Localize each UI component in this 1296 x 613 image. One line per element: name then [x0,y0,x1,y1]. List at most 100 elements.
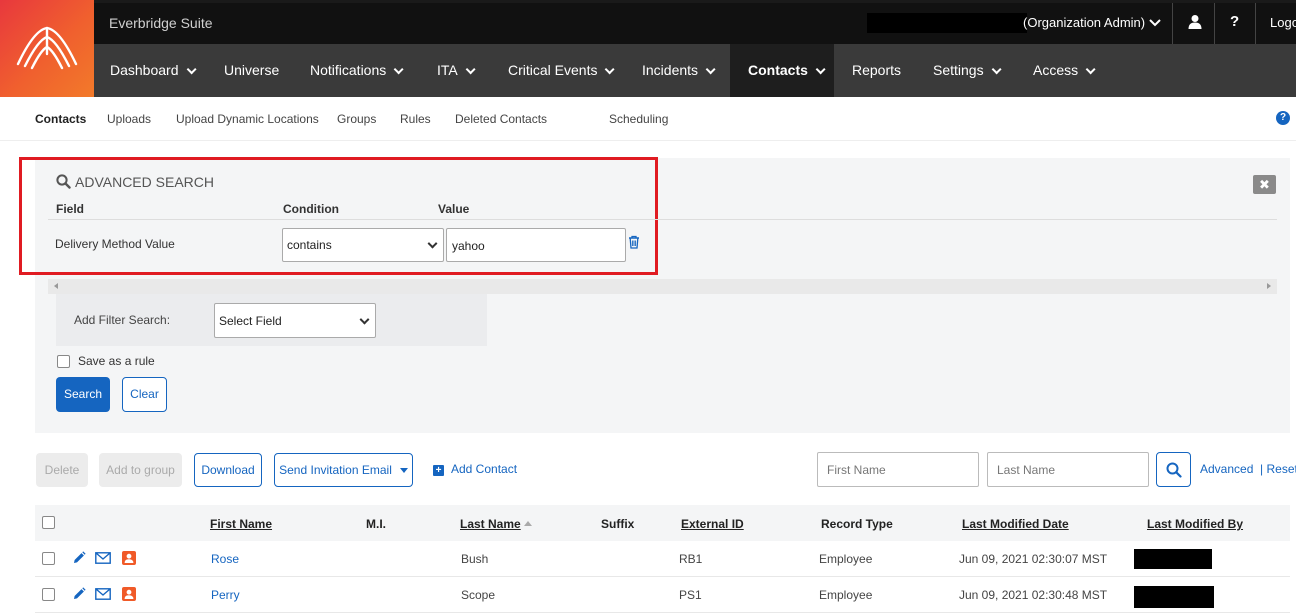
value-input[interactable]: yahoo [446,228,626,262]
edit-icon[interactable] [72,587,86,604]
tab-upload-dynamic-locations[interactable]: Upload Dynamic Locations [176,112,319,126]
add-filter-label: Add Filter Search: [74,313,171,327]
nav-reports[interactable]: Reports [852,44,901,97]
chevron-down-icon [991,64,1002,75]
sub-nav: Contacts Uploads Upload Dynamic Location… [0,97,1296,141]
sort-ascending-icon [523,521,532,526]
top-bar: Everbridge Suite (Organization Admin) ? … [0,0,1296,97]
chevron-down-icon [815,64,826,75]
trash-icon[interactable] [628,235,640,252]
contact-card-icon[interactable] [122,551,136,568]
tab-uploads[interactable]: Uploads [107,112,151,126]
row-checkbox[interactable] [42,552,55,565]
delete-button[interactable]: Delete [36,453,88,487]
clear-button[interactable]: Clear [122,377,167,412]
caret-down-icon [399,468,408,473]
col-suffix: Suffix [601,517,635,531]
add-to-group-button[interactable]: Add to group [99,453,182,487]
row-checkbox[interactable] [42,588,55,601]
tab-rules[interactable]: Rules [400,112,431,126]
redacted-modified-by [1134,549,1212,569]
nav-dashboard[interactable]: Dashboard [110,44,197,97]
condition-column-header: Condition [283,202,339,216]
col-first-name[interactable]: First Name [210,517,272,531]
col-last-modified-date[interactable]: Last Modified Date [962,517,1069,531]
send-invitation-button[interactable]: Send Invitation Email [274,453,413,487]
nav-notifications[interactable]: Notifications [310,44,404,97]
scroll-left-icon[interactable] [54,283,58,289]
header-divider [48,219,1277,220]
email-icon[interactable] [95,552,111,567]
role-label: (Organization Admin) [1023,15,1146,30]
chevron-down-icon [705,64,716,75]
select-all-checkbox[interactable] [42,516,55,529]
advanced-link[interactable]: Advanced [1200,462,1253,476]
main-nav: Dashboard Universe Notifications ITA Cri… [94,44,1296,97]
search-button[interactable]: Search [56,377,110,412]
download-button[interactable]: Download [194,453,262,487]
record-type-cell: Employee [819,588,873,602]
logout-link[interactable]: Logo [1270,15,1296,30]
tab-deleted-contacts[interactable]: Deleted Contacts [455,112,547,126]
help-icon[interactable]: ? [1276,111,1290,125]
tab-contacts[interactable]: Contacts [35,112,86,126]
close-icon[interactable]: ✖ [1253,175,1276,194]
user-icon[interactable] [1188,14,1202,33]
condition-select[interactable]: contains [282,228,444,262]
save-rule-checkbox[interactable] [57,355,70,368]
add-contact-link[interactable]: + Add Contact [433,462,517,476]
tab-groups[interactable]: Groups [337,112,376,126]
scroll-right-icon[interactable] [1267,283,1271,289]
record-type-cell: Employee [819,552,873,566]
last-name-cell: Scope [461,588,496,602]
redacted-username [867,13,1027,33]
divider [1172,3,1173,44]
first-name-input[interactable]: First Name [817,452,979,487]
col-last-modified-by[interactable]: Last Modified By [1147,517,1243,531]
value-column-header: Value [438,202,470,216]
col-external-id[interactable]: External ID [681,517,744,531]
edit-icon[interactable] [72,551,86,568]
nav-universe[interactable]: Universe [224,44,279,97]
chevron-down-icon [1149,15,1161,30]
field-column-header: Field [56,202,85,216]
nav-label: Settings [933,62,984,78]
quick-search-button[interactable] [1156,452,1191,487]
save-as-rule[interactable]: Save as a rule [57,354,155,368]
first-name-cell[interactable]: Rose [211,552,239,566]
reset-link[interactable]: | Reset [1260,462,1296,476]
nav-contacts[interactable]: Contacts [730,44,834,97]
tab-scheduling[interactable]: Scheduling [609,112,668,126]
nav-label: Access [1033,62,1079,78]
nav-access[interactable]: Access [1033,44,1096,97]
col-last-name-label: Last Name [460,517,521,531]
chevron-down-icon [427,238,438,249]
send-invitation-label: Send Invitation Email [279,463,392,477]
org-admin-menu[interactable]: (Organization Admin) [1023,15,1161,30]
nav-incidents[interactable]: Incidents [642,44,716,97]
nav-settings[interactable]: Settings [933,44,1002,97]
nav-critical-events[interactable]: Critical Events [508,44,616,97]
nav-ita[interactable]: ITA [437,44,476,97]
divider [1214,3,1215,44]
select-field-value: Select Field [219,313,282,328]
nav-label: Notifications [310,62,387,78]
nav-label: Incidents [642,62,699,78]
nav-label: Reports [852,62,902,78]
contact-card-icon[interactable] [122,587,136,604]
plus-icon: + [433,465,444,476]
email-icon[interactable] [95,588,111,603]
search-links: Advanced | Reset [1200,462,1296,476]
horizontal-scrollbar[interactable] [48,279,1277,294]
last-name-input[interactable]: Last Name [987,452,1149,487]
external-id-cell: PS1 [679,588,702,602]
last-modified-date-cell: Jun 09, 2021 02:30:48 MST [959,588,1108,602]
select-field-dropdown[interactable]: Select Field [214,303,376,338]
help-menu-icon[interactable]: ? [1230,13,1239,30]
col-last-name[interactable]: Last Name [460,517,532,531]
first-name-cell[interactable]: Perry [211,588,240,602]
save-rule-label: Save as a rule [78,354,155,368]
chevron-down-icon [359,314,370,325]
everbridge-logo-icon[interactable] [0,0,94,97]
chevron-down-icon [186,64,197,75]
